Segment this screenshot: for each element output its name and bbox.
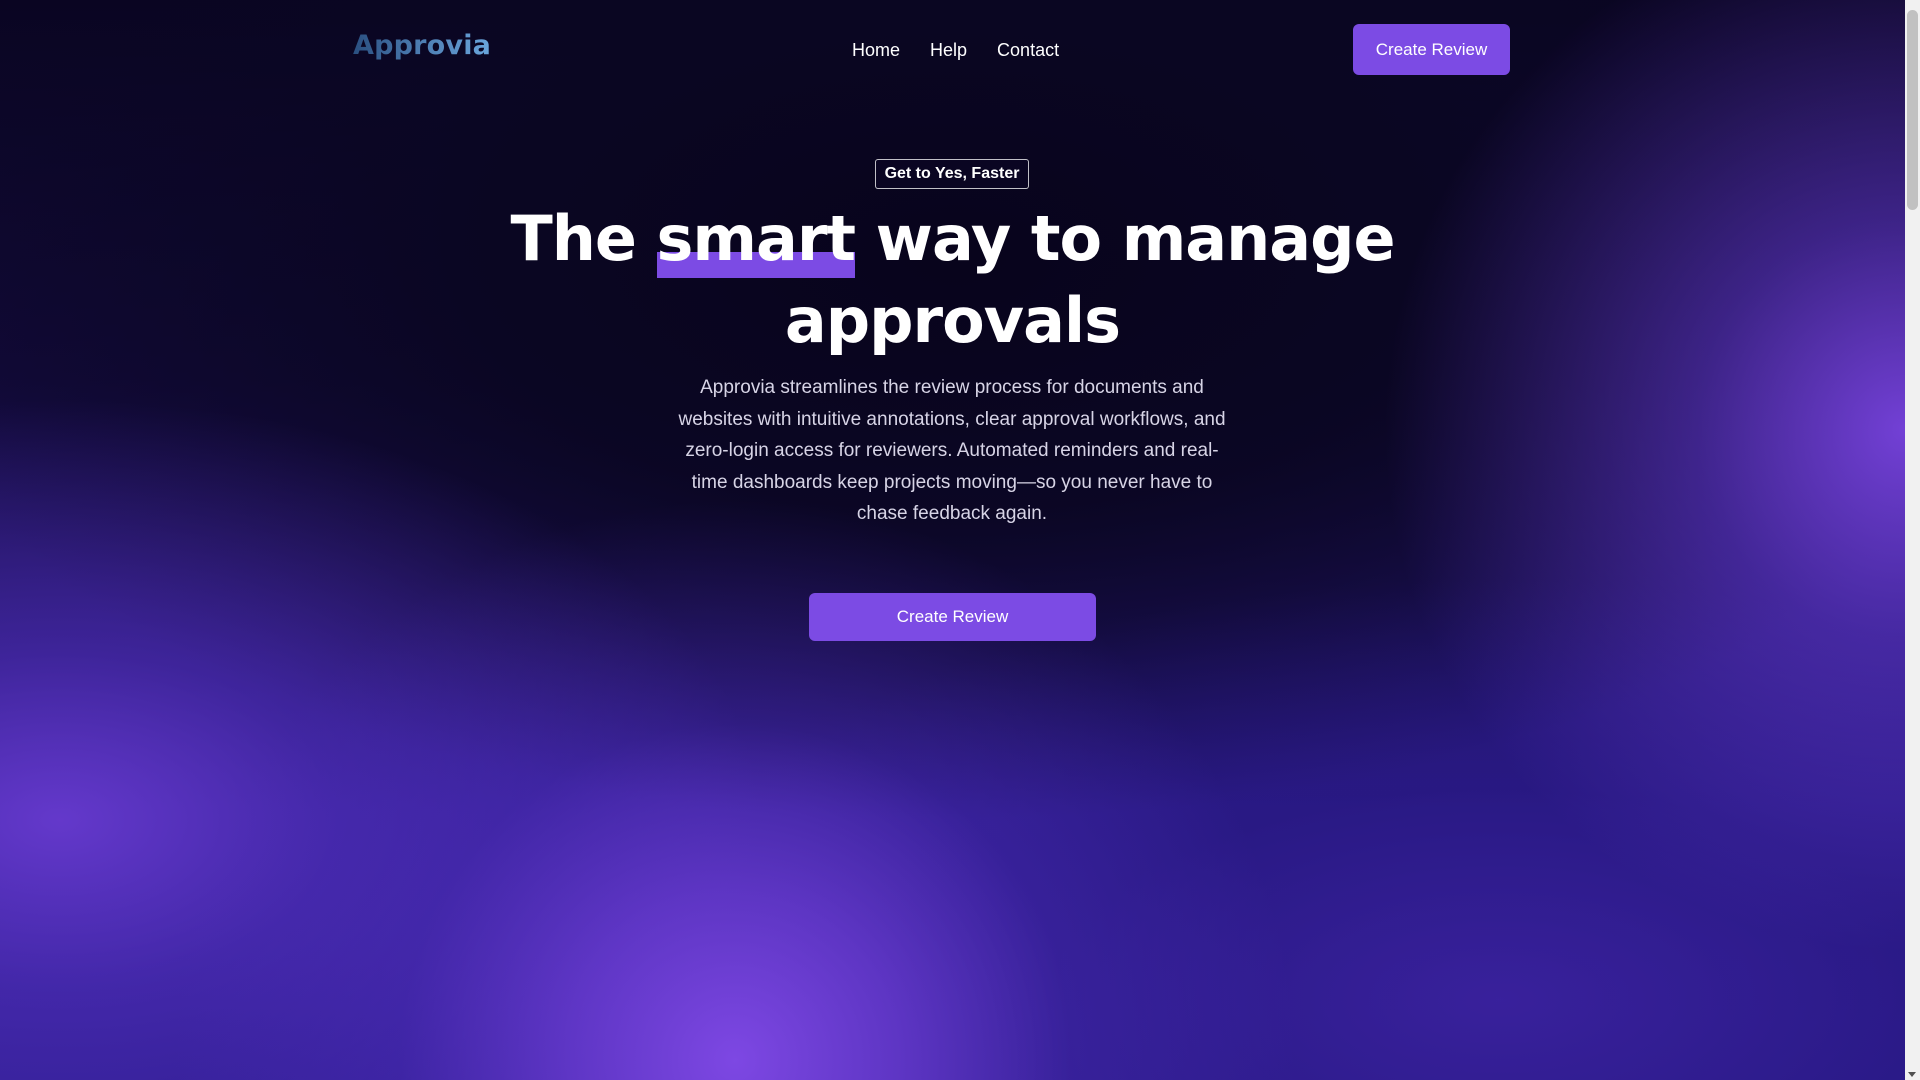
nav-link-home[interactable]: Home bbox=[852, 40, 900, 61]
scrollbar-thumb[interactable] bbox=[1907, 10, 1918, 210]
nav-create-review-button[interactable]: Create Review bbox=[1353, 24, 1510, 75]
headline-before: The bbox=[510, 202, 657, 275]
nav-link-help[interactable]: Help bbox=[930, 40, 967, 61]
nav-links: Home Help Contact bbox=[852, 40, 1059, 61]
logo[interactable]: Approvia bbox=[353, 30, 491, 61]
hero-headline: The smart way to manage approvals bbox=[500, 198, 1405, 362]
hero-description: Approvia streamlines the review process … bbox=[678, 377, 1226, 524]
top-nav: Approvia Home Help Contact Create Review bbox=[353, 24, 1510, 76]
nav-link-contact[interactable]: Contact bbox=[997, 40, 1059, 61]
landing-viewport: Approvia Home Help Contact Create Review… bbox=[0, 0, 1905, 1080]
headline-highlight: smart bbox=[656, 198, 857, 280]
vertical-scrollbar[interactable] bbox=[1905, 0, 1920, 1080]
chevron-down-icon[interactable] bbox=[1908, 1072, 1916, 1077]
page: Approvia Home Help Contact Create Review… bbox=[0, 0, 1920, 1080]
hero-badge: Get to Yes, Faster bbox=[875, 159, 1029, 189]
hero-create-review-button[interactable]: Create Review bbox=[809, 593, 1096, 641]
headline-after: way to manage approvals bbox=[784, 202, 1396, 357]
headline-highlight-text: smart bbox=[656, 202, 857, 275]
